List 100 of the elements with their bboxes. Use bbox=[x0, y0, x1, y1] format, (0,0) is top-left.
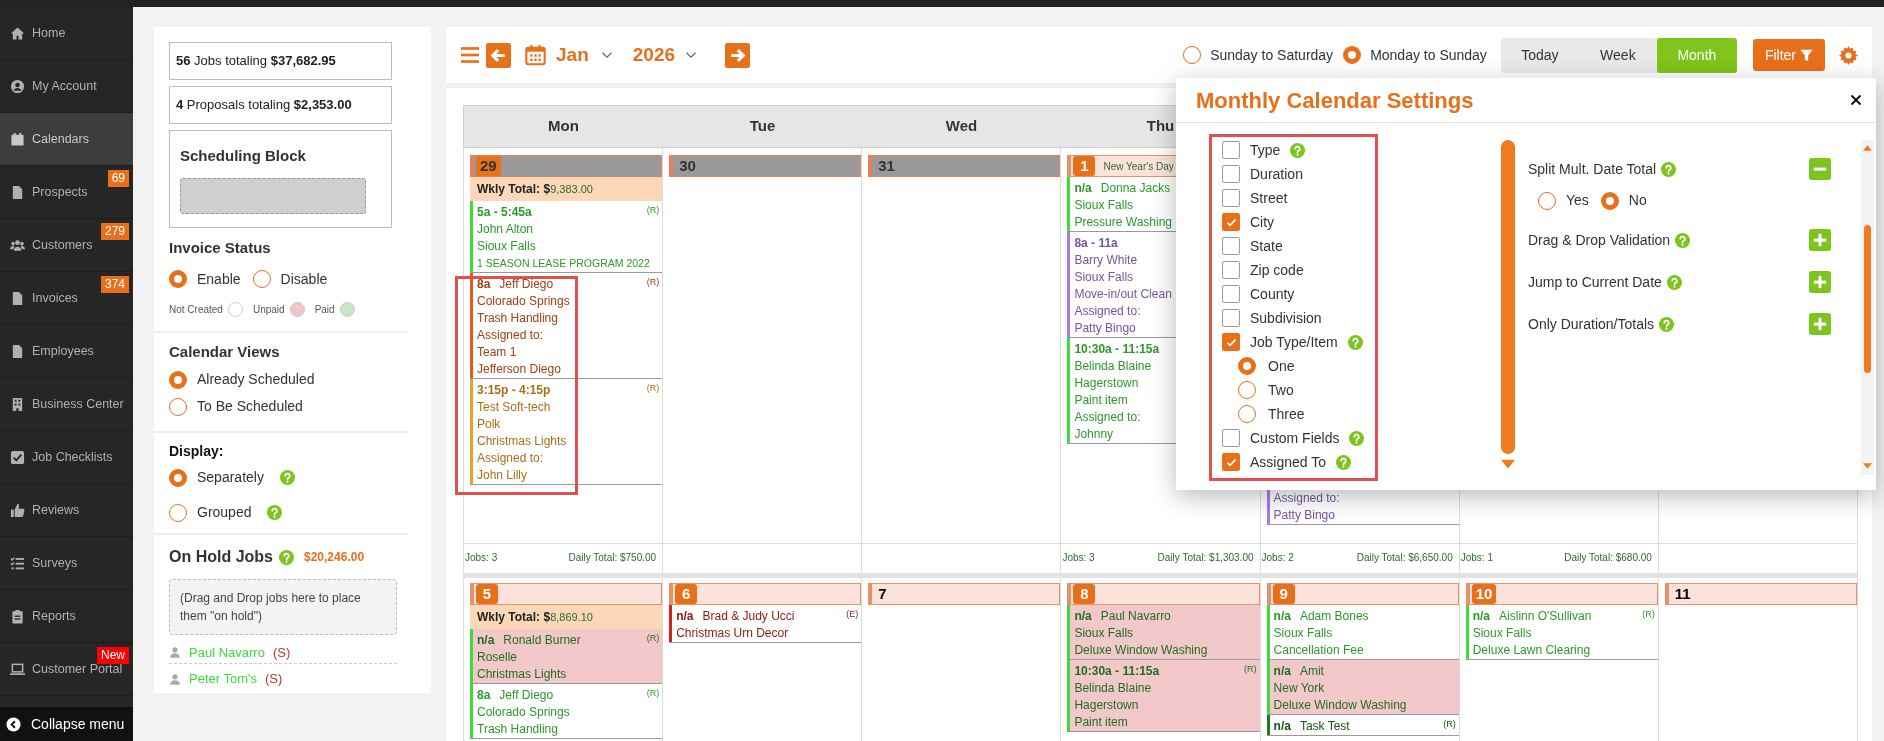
close-icon[interactable] bbox=[1850, 94, 1862, 106]
job-entry[interactable]: 5a - 5:45a (R) John Alton Sioux Falls 1 SEASON LEASE PROGRAM 2022 bbox=[470, 201, 663, 273]
radio-button[interactable] bbox=[252, 270, 271, 289]
radio-button[interactable] bbox=[169, 397, 187, 416]
down-arrow-icon[interactable] bbox=[1863, 463, 1872, 469]
sidebar-item[interactable]: Surveys bbox=[0, 537, 133, 590]
sidebar-item[interactable]: Calendars bbox=[0, 113, 133, 166]
settings-icon[interactable] bbox=[1839, 45, 1858, 65]
job-detail: Pressure Washing bbox=[1074, 214, 1172, 231]
sidebar-item[interactable]: Reviews bbox=[0, 484, 133, 537]
job-entry[interactable]: 3:15p - 4:15p (R) Test Soft-tech Polk Christmas Lights Assigned to: John Lilly bbox=[470, 379, 663, 485]
job-entry[interactable]: n/a Task Test (R) bbox=[1266, 715, 1459, 736]
weekday-label: Wed bbox=[945, 116, 978, 137]
job-entry[interactable]: 10:30a - 11:15a (R) Belinda Blaine Hagerstown Paint item bbox=[1067, 660, 1260, 732]
job-entry[interactable]: 8a Jeff Diego (R) Colorado Springs Trash Handling Assigned to: Team 1 Jefferson Diego bbox=[470, 273, 663, 379]
radio-button[interactable] bbox=[1238, 381, 1256, 399]
checkbox[interactable] bbox=[1222, 285, 1240, 303]
option-label[interactable]: Yes bbox=[1566, 190, 1589, 211]
checkbox[interactable] bbox=[1222, 261, 1240, 279]
help-icon[interactable] bbox=[1666, 274, 1682, 290]
scrollbar[interactable] bbox=[1501, 140, 1515, 454]
option-label: Split Mult. Date Total bbox=[1528, 159, 1657, 179]
checkbox[interactable] bbox=[1222, 309, 1240, 327]
date-number: 9 bbox=[1272, 584, 1295, 604]
help-icon[interactable] bbox=[279, 470, 295, 486]
expand-button[interactable] bbox=[1809, 313, 1831, 335]
help-icon[interactable] bbox=[1661, 161, 1677, 177]
job-detail: Assigned to: bbox=[477, 327, 544, 344]
option-label[interactable]: Two bbox=[1268, 379, 1294, 401]
option-label[interactable]: Three bbox=[1268, 403, 1305, 425]
next-button[interactable] bbox=[725, 42, 751, 68]
option-label[interactable]: Type bbox=[1250, 139, 1281, 161]
radio-button[interactable] bbox=[169, 270, 187, 289]
radio-button[interactable] bbox=[1600, 191, 1619, 210]
option-label[interactable]: Grouped bbox=[197, 502, 252, 524]
collapse-button[interactable] bbox=[1809, 158, 1831, 180]
help-icon[interactable] bbox=[279, 549, 294, 565]
help-icon[interactable] bbox=[1347, 334, 1363, 350]
option-label[interactable]: To Be Scheduled bbox=[197, 396, 303, 418]
job-entry[interactable]: n/a Adam Bones Sioux Falls Cancellation Fee bbox=[1266, 605, 1459, 660]
help-icon[interactable] bbox=[267, 505, 283, 521]
job-detail: Polk bbox=[477, 416, 501, 433]
help-icon[interactable] bbox=[1675, 232, 1691, 248]
sidebar-item[interactable]: Business Center bbox=[0, 378, 133, 431]
option-label[interactable]: Assigned To bbox=[1250, 451, 1326, 473]
job-entry[interactable]: n/a Brad & Judy Ucci (E) Christmas Urn Decor bbox=[669, 605, 862, 643]
job-entry[interactable]: 8a Jeff Diego (R) Colorado Springs Trash Handling bbox=[470, 684, 663, 739]
collapse-menu-button[interactable]: Collapse menu bbox=[0, 707, 133, 741]
expand-button[interactable] bbox=[1809, 271, 1831, 293]
job-detail: Hagerstown bbox=[1074, 375, 1139, 392]
radio-button[interactable] bbox=[169, 468, 187, 487]
job-entry[interactable]: n/a Paul Navarro Sioux Falls Deluxe Window Washing bbox=[1067, 605, 1260, 660]
radio-button[interactable] bbox=[1183, 46, 1202, 64]
checkbox[interactable] bbox=[1222, 333, 1240, 351]
job-tag: (R) bbox=[646, 204, 660, 216]
radio-button[interactable] bbox=[1343, 46, 1362, 64]
help-icon[interactable] bbox=[1659, 316, 1675, 332]
view-tab[interactable]: Week bbox=[1578, 37, 1657, 73]
sidebar-item[interactable]: Job Checklists bbox=[0, 431, 133, 484]
menu-icon[interactable] bbox=[460, 46, 480, 64]
checkbox[interactable] bbox=[1222, 141, 1240, 159]
down-arrow-icon[interactable] bbox=[1501, 459, 1515, 469]
option-label[interactable]: Separately bbox=[197, 467, 264, 489]
radio-button[interactable] bbox=[1238, 405, 1256, 423]
expand-button[interactable] bbox=[1809, 229, 1831, 251]
option-label[interactable]: No bbox=[1628, 190, 1647, 211]
checkbox[interactable] bbox=[1222, 237, 1240, 255]
radio-button[interactable] bbox=[1238, 357, 1256, 375]
option-label[interactable]: Sunday to Saturday bbox=[1210, 44, 1334, 66]
scrollbar-thumb[interactable] bbox=[1864, 225, 1871, 373]
option-label[interactable]: Enable bbox=[197, 268, 241, 290]
clipboard-icon bbox=[10, 608, 25, 624]
job-entry[interactable]: n/a Aislinn O'Sullivan (R) Sioux Falls Deluxe Lawn Clearing bbox=[1465, 605, 1658, 660]
job-entry[interactable]: n/a Ronald Burner (R) Roselle Christmas Lights bbox=[470, 629, 663, 684]
help-icon[interactable] bbox=[1336, 454, 1351, 470]
checkbox[interactable] bbox=[1222, 165, 1240, 183]
drop-zone[interactable] bbox=[180, 177, 366, 214]
option-label[interactable]: One bbox=[1268, 355, 1295, 377]
sidebar-item[interactable]: Reports bbox=[0, 590, 133, 643]
previous-button[interactable] bbox=[486, 42, 511, 68]
radio-button[interactable] bbox=[169, 370, 187, 389]
count-badge: 279 bbox=[100, 223, 129, 240]
checkbox[interactable] bbox=[1222, 189, 1240, 207]
radio-button[interactable] bbox=[169, 503, 187, 522]
up-arrow-icon[interactable] bbox=[1863, 145, 1872, 151]
job-time: n/a bbox=[477, 632, 495, 649]
checkbox[interactable] bbox=[1222, 429, 1240, 447]
sidebar-item[interactable]: Home bbox=[0, 7, 133, 60]
option-label[interactable]: Already Scheduled bbox=[197, 369, 315, 391]
checkbox[interactable] bbox=[1222, 453, 1240, 471]
checkbox[interactable] bbox=[1222, 213, 1240, 231]
option-label[interactable]: Monday to Sunday bbox=[1370, 44, 1487, 66]
radio-button[interactable] bbox=[1538, 191, 1556, 210]
view-tab[interactable]: Today bbox=[1500, 37, 1579, 73]
help-icon[interactable] bbox=[1290, 142, 1306, 158]
job-entry[interactable]: n/a Amit New York Deluxe Window Washing bbox=[1266, 660, 1459, 715]
drop-zone[interactable]: (Drag and Drop jobs here to place them "on hold") bbox=[169, 579, 397, 636]
sidebar-item[interactable]: Employees bbox=[0, 325, 133, 378]
option-label[interactable]: Disable bbox=[280, 268, 328, 290]
help-icon[interactable] bbox=[1349, 430, 1365, 446]
